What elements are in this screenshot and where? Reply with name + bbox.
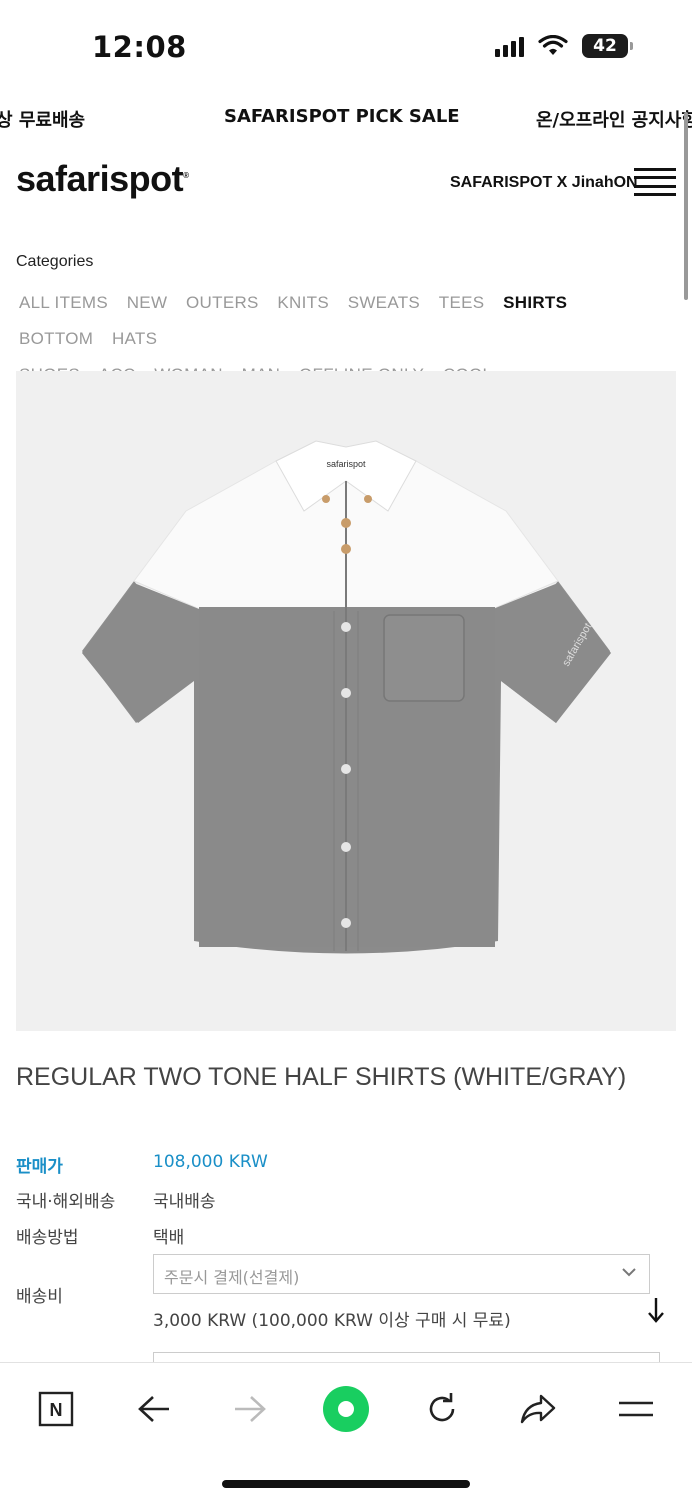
- marquee-item[interactable]: SAFARISPOT PICK SALE: [224, 106, 460, 127]
- collab-link[interactable]: SAFARISPOT X JinahON: [450, 174, 638, 192]
- categories-title: Categories: [16, 253, 94, 270]
- shipping-method-label: 배송방법: [16, 1228, 79, 1248]
- green-dot-icon[interactable]: [322, 1385, 370, 1433]
- shirt-illustration: safarispot safarispot: [82, 440, 611, 954]
- notice-marquee[interactable]: 상 무료배송 SAFARISPOT PICK SALE 온/오프라인 공지사항: [0, 100, 692, 136]
- category-tees[interactable]: TEES: [436, 285, 488, 321]
- marquee-item[interactable]: 온/오프라인 공지사항: [536, 106, 692, 132]
- shipping-region-label: 국내·해외배송: [16, 1192, 116, 1212]
- category-new[interactable]: NEW: [124, 285, 171, 321]
- chevron-down-icon: [622, 1268, 636, 1277]
- status-icons: 42: [495, 34, 633, 58]
- category-outers[interactable]: OUTERS: [183, 285, 262, 321]
- marquee-item[interactable]: 상 무료배송: [0, 106, 85, 132]
- category-all-items[interactable]: ALL ITEMS: [16, 285, 111, 321]
- reload-icon[interactable]: [418, 1385, 466, 1433]
- shirt-label-text: safarispot: [326, 459, 366, 469]
- status-time: 12:08: [92, 30, 187, 64]
- product-image[interactable]: safarispot safarispot: [16, 371, 676, 1031]
- category-bottom[interactable]: BOTTOM: [16, 321, 96, 357]
- wifi-icon: [538, 35, 568, 55]
- site-logo[interactable]: safarispot®: [16, 158, 189, 200]
- price-label: 판매가: [16, 1157, 63, 1177]
- shipping-fee-select-value: 주문시 결제(선결제): [164, 1268, 300, 1287]
- category-knits[interactable]: KNITS: [274, 285, 332, 321]
- product-name: REGULAR TWO TONE HALF SHIRTS (WHITE/GRAY…: [16, 1063, 627, 1091]
- logo-text: safarispot: [16, 158, 184, 199]
- price-value: 108,000 KRW: [153, 1152, 268, 1172]
- forward-arrow-icon[interactable]: [226, 1385, 274, 1433]
- battery-indicator: 42: [582, 34, 633, 58]
- logo-registered-mark: ®: [183, 171, 189, 180]
- hamburger-menu-icon[interactable]: [634, 168, 676, 196]
- scroll-down-arrow-icon[interactable]: [646, 1296, 666, 1326]
- menu-icon[interactable]: [612, 1385, 660, 1433]
- home-indicator[interactable]: [222, 1480, 470, 1488]
- naver-n-label: N: [50, 1400, 63, 1420]
- shipping-fee-select[interactable]: 주문시 결제(선결제): [153, 1254, 650, 1294]
- site-header: safarispot® SAFARISPOT X JinahON: [0, 150, 692, 220]
- shipping-method-value: 택배: [153, 1228, 185, 1248]
- signal-icon: [495, 35, 524, 57]
- shipping-fee-label: 배송비: [16, 1287, 63, 1307]
- shipping-region-value: 국내배송: [153, 1192, 216, 1212]
- share-icon[interactable]: [514, 1385, 562, 1433]
- category-hats[interactable]: HATS: [109, 321, 160, 357]
- browser-toolbar: N: [0, 1362, 692, 1500]
- status-bar: 12:08 42: [0, 0, 692, 92]
- category-shirts[interactable]: SHIRTS: [500, 285, 570, 321]
- shipping-fee-note: 3,000 KRW (100,000 KRW 이상 구매 시 무료): [153, 1311, 511, 1331]
- naver-n-icon[interactable]: N: [32, 1385, 80, 1433]
- back-arrow-icon[interactable]: [130, 1385, 178, 1433]
- category-sweats[interactable]: SWEATS: [345, 285, 423, 321]
